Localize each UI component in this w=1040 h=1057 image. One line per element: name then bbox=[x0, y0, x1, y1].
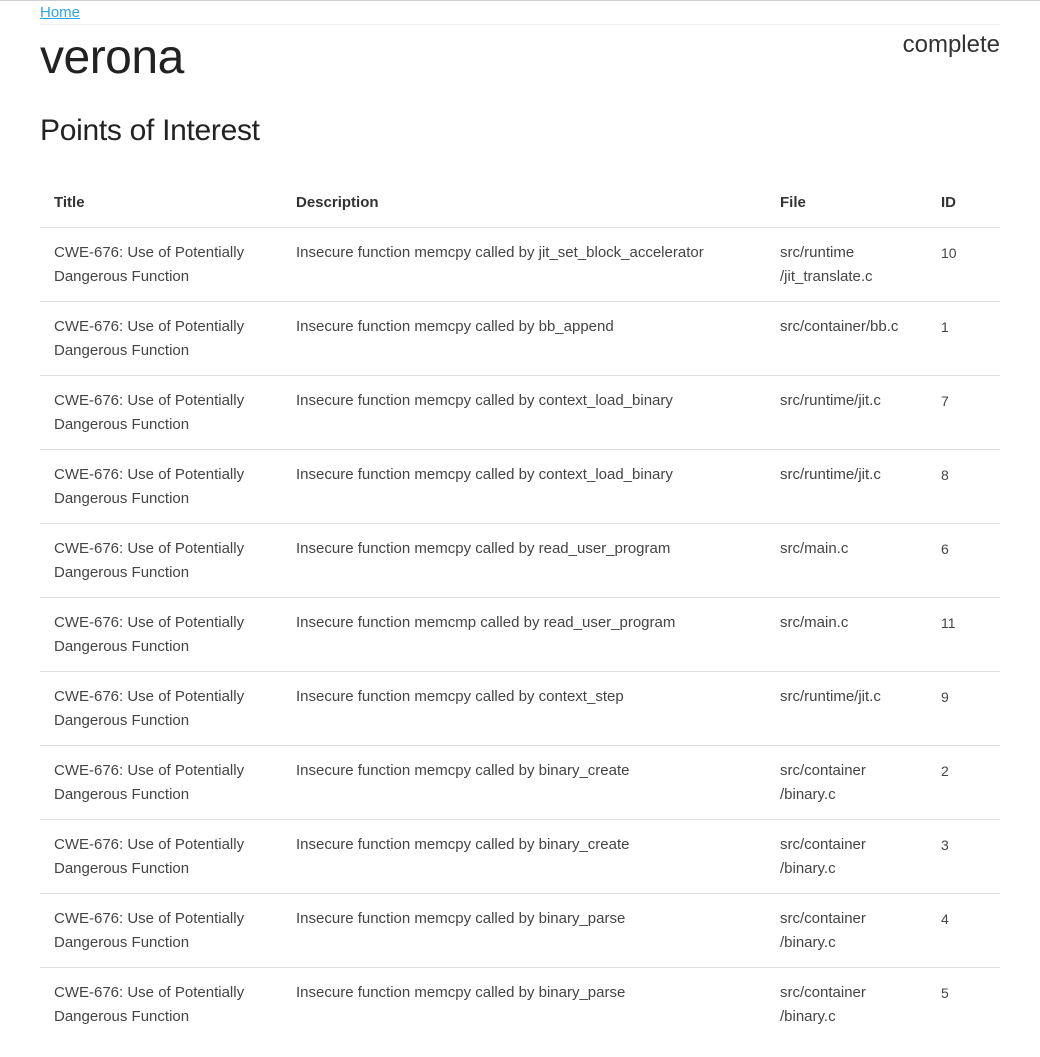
cell-id: 5 bbox=[941, 985, 949, 1001]
table-row: CWE-676: Use of Potentially Dangerous Fu… bbox=[40, 968, 1000, 1042]
cell-description: Insecure function memcpy called by bb_ap… bbox=[282, 301, 766, 376]
cell-file: src/main.c bbox=[766, 597, 927, 672]
table-row: CWE-676: Use of Potentially Dangerous Fu… bbox=[40, 523, 1000, 598]
cell-description: Insecure function memcpy called by read_… bbox=[282, 523, 766, 598]
cell-file: src/container/binary.c bbox=[780, 984, 866, 1025]
cell-id: 6 bbox=[927, 523, 1000, 598]
cell-id: 1 bbox=[927, 301, 1000, 376]
cell-description: Insecure function memcpy called by binar… bbox=[282, 819, 766, 894]
cell-title: CWE-676: Use of Potentially Dangerous Fu… bbox=[54, 984, 245, 1025]
cell-file: src/runtime/jit.c bbox=[766, 375, 927, 450]
cell-file: src/main.c bbox=[766, 523, 927, 598]
table-row: CWE-676: Use of Potentially Dangerous Fu… bbox=[40, 301, 1000, 376]
table-row: CWE-676: Use of Potentially Dangerous Fu… bbox=[40, 597, 1000, 672]
cell-file: src/runtime/jit.c bbox=[766, 671, 927, 746]
project-status: complete bbox=[902, 31, 1000, 58]
cell-title: CWE-676: Use of Potentially Dangerous Fu… bbox=[40, 523, 282, 598]
table-row: CWE-676: Use of Potentially Dangerous Fu… bbox=[40, 893, 1000, 968]
points-of-interest-table: Title Description File ID CWE-676: Use o… bbox=[40, 177, 1000, 1041]
page-container: Home complete verona Points of Interest … bbox=[40, 1, 1000, 1041]
cell-file: src/container/binary.c bbox=[766, 745, 927, 820]
cell-file: src/runtime/jit_translate.c bbox=[766, 227, 927, 302]
page-title: verona bbox=[40, 31, 184, 84]
table-header-row: Title Description File ID bbox=[40, 177, 1000, 228]
cell-title: CWE-676: Use of Potentially Dangerous Fu… bbox=[40, 449, 282, 524]
table-row: CWE-676: Use of Potentially Dangerous Fu… bbox=[40, 375, 1000, 450]
cell-description: Insecure function memcpy called by binar… bbox=[282, 745, 766, 820]
table-row: CWE-676: Use of Potentially Dangerous Fu… bbox=[40, 671, 1000, 746]
cell-title: CWE-676: Use of Potentially Dangerous Fu… bbox=[40, 671, 282, 746]
table-row: CWE-676: Use of Potentially Dangerous Fu… bbox=[40, 449, 1000, 524]
cell-id: 7 bbox=[927, 375, 1000, 450]
cell-id: 8 bbox=[927, 449, 1000, 524]
table-body: CWE-676: Use of Potentially Dangerous Fu… bbox=[40, 227, 1000, 1042]
cell-title: CWE-676: Use of Potentially Dangerous Fu… bbox=[40, 375, 282, 450]
cell-id: 4 bbox=[927, 893, 1000, 968]
cell-description: Insecure function memcpy called by binar… bbox=[282, 893, 766, 968]
table-row: CWE-676: Use of Potentially Dangerous Fu… bbox=[40, 819, 1000, 894]
cell-title: CWE-676: Use of Potentially Dangerous Fu… bbox=[40, 745, 282, 820]
section-title: Points of Interest bbox=[40, 114, 260, 147]
breadcrumb-home-link[interactable]: Home bbox=[40, 4, 80, 21]
table-row: CWE-676: Use of Potentially Dangerous Fu… bbox=[40, 227, 1000, 302]
cell-id: 3 bbox=[927, 819, 1000, 894]
cell-file: src/container/binary.c bbox=[766, 893, 927, 968]
cell-id: 10 bbox=[927, 227, 1000, 302]
cell-description: Insecure function memcpy called by binar… bbox=[296, 984, 626, 1001]
table-row: CWE-676: Use of Potentially Dangerous Fu… bbox=[40, 745, 1000, 820]
cell-title: CWE-676: Use of Potentially Dangerous Fu… bbox=[40, 819, 282, 894]
column-header-description: Description bbox=[282, 177, 766, 228]
breadcrumb: Home bbox=[40, 1, 1000, 25]
cell-description: Insecure function memcpy called by conte… bbox=[282, 671, 766, 746]
column-header-id: ID bbox=[927, 177, 1000, 228]
cell-description: Insecure function memcpy called by conte… bbox=[282, 375, 766, 450]
cell-title: CWE-676: Use of Potentially Dangerous Fu… bbox=[40, 301, 282, 376]
cell-description: Insecure function memcpy called by conte… bbox=[282, 449, 766, 524]
cell-id: 11 bbox=[927, 597, 1000, 672]
cell-title: CWE-676: Use of Potentially Dangerous Fu… bbox=[40, 893, 282, 968]
column-header-title: Title bbox=[40, 177, 282, 228]
cell-file: src/runtime/jit.c bbox=[766, 449, 927, 524]
table-header: Title Description File ID bbox=[40, 177, 1000, 228]
cell-title: CWE-676: Use of Potentially Dangerous Fu… bbox=[40, 227, 282, 302]
column-header-file: File bbox=[766, 177, 927, 228]
cell-description: Insecure function memcpy called by jit_s… bbox=[282, 227, 766, 302]
cell-id: 9 bbox=[927, 671, 1000, 746]
cell-id: 2 bbox=[927, 745, 1000, 820]
cell-file: src/container/bb.c bbox=[766, 301, 927, 376]
cell-title: CWE-676: Use of Potentially Dangerous Fu… bbox=[40, 597, 282, 672]
cell-file: src/container/binary.c bbox=[766, 819, 927, 894]
cell-description: Insecure function memcmp called by read_… bbox=[282, 597, 766, 672]
